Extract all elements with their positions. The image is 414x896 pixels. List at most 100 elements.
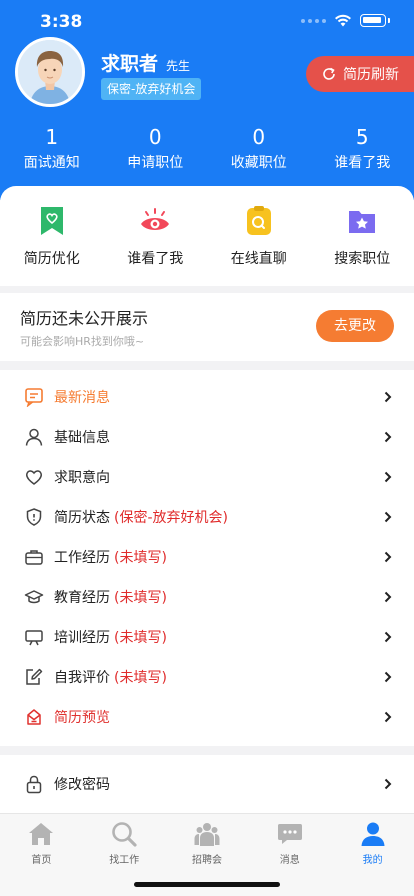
lock-icon <box>24 774 44 794</box>
profile-header: 3:38 求职者 先生 保密-放弃好机会 简历刷新 1 面试通知 0 申请职位 … <box>0 0 414 200</box>
stat-interview-notices[interactable]: 1 面试通知 <box>0 125 104 172</box>
chevron-right-icon <box>384 471 392 483</box>
menu-extra: (未填写) <box>114 630 167 646</box>
menu-label: 基础信息 <box>54 430 110 446</box>
menu-label: 简历状态 <box>54 510 110 526</box>
heart-icon <box>24 467 44 487</box>
notice-title: 简历还未公开展示 <box>20 309 149 328</box>
star-folder-icon <box>345 204 379 238</box>
tab-label: 找工作 <box>109 855 140 866</box>
stat-value: 5 <box>355 125 369 149</box>
menu-item-self-evaluation[interactable]: 自我评价 (未填写) <box>0 657 414 697</box>
menu-item-education[interactable]: 教育经历 (未填写) <box>0 577 414 617</box>
stat-label: 谁看了我 <box>334 155 391 171</box>
briefcase-icon <box>24 547 44 567</box>
menu-item-resume-preview[interactable]: 简历预览 <box>0 697 414 737</box>
menu-item-training[interactable]: 培训经历 (未填写) <box>0 617 414 657</box>
stats-row: 1 面试通知 0 申请职位 0 收藏职位 5 谁看了我 <box>0 125 414 172</box>
menu-label: 修改密码 <box>54 777 110 793</box>
tab-home[interactable]: 首页 <box>0 814 83 896</box>
stat-applied-jobs[interactable]: 0 申请职位 <box>104 125 208 172</box>
signal-icon <box>301 18 326 23</box>
chevron-right-icon <box>384 551 392 563</box>
menu-item-basic-info[interactable]: 基础信息 <box>0 417 414 457</box>
inbox-icon <box>24 707 44 727</box>
name-row: 求职者 先生 <box>101 49 190 76</box>
home-indicator <box>134 882 280 887</box>
change-visibility-button[interactable]: 去更改 <box>316 310 394 342</box>
chat-icon <box>242 204 276 238</box>
profile-icon <box>360 821 386 847</box>
menu-item-latest-messages[interactable]: 最新消息 <box>0 377 414 417</box>
quick-who-viewed[interactable]: 谁看了我 <box>104 186 208 286</box>
user-gender: 先生 <box>166 59 191 73</box>
privacy-status-badge[interactable]: 保密-放弃好机会 <box>101 78 202 100</box>
quick-search-jobs[interactable]: 搜索职位 <box>311 186 414 286</box>
quick-label: 谁看了我 <box>127 251 184 267</box>
refresh-icon <box>323 67 335 80</box>
quick-label: 在线直聊 <box>230 251 287 267</box>
tab-mine[interactable]: 我的 <box>331 814 414 896</box>
menu-item-job-intention[interactable]: 求职意向 <box>0 457 414 497</box>
menu-label: 自我评价 <box>54 670 110 686</box>
stat-label: 面试通知 <box>23 155 80 171</box>
resume-visibility-notice: 简历还未公开展示 可能会影响HR找到你哦~ 去更改 <box>0 293 414 361</box>
menu-label: 培训经历 <box>54 630 110 646</box>
stat-label: 申请职位 <box>127 155 184 171</box>
menu-item-resume-status[interactable]: 简历状态 (保密-放弃好机会) <box>0 497 414 537</box>
chevron-right-icon <box>384 511 392 523</box>
tab-label: 招聘会 <box>191 855 222 866</box>
chevron-right-icon <box>384 391 392 403</box>
menu-label: 求职意向 <box>54 470 110 486</box>
menu-label: 简历预览 <box>54 710 110 726</box>
refresh-resume-button[interactable]: 简历刷新 <box>306 56 414 92</box>
tab-label: 我的 <box>362 855 383 866</box>
quick-actions: 简历优化 谁看了我 在线直聊 搜索职位 <box>0 186 414 286</box>
user-name: 求职者 <box>101 53 159 75</box>
menu-label: 最新消息 <box>54 390 110 406</box>
stat-who-viewed-me[interactable]: 5 谁看了我 <box>311 125 414 172</box>
menu-label: 工作经历 <box>54 550 110 566</box>
stat-value: 0 <box>148 125 162 149</box>
home-icon <box>28 821 54 847</box>
avatar-illustration-icon <box>18 40 82 104</box>
stat-saved-jobs[interactable]: 0 收藏职位 <box>207 125 311 172</box>
refresh-resume-label: 简历刷新 <box>343 67 399 83</box>
bookmark-heart-icon <box>35 204 69 238</box>
chevron-right-icon <box>384 711 392 723</box>
menu-extra: (保密-放弃好机会) <box>114 510 228 526</box>
shield-icon <box>24 507 44 527</box>
menu-extra: (未填写) <box>114 590 167 606</box>
chevron-right-icon <box>384 591 392 603</box>
wifi-icon <box>335 14 351 27</box>
settings-menu: 修改密码 <box>0 755 414 813</box>
resume-menu: 最新消息 基础信息 求职意向 简历状态 (保密-放弃好机会) 工作经历 (未填写… <box>0 370 414 746</box>
quick-online-chat[interactable]: 在线直聊 <box>207 186 311 286</box>
easel-icon <box>24 627 44 647</box>
graduation-cap-icon <box>24 587 44 607</box>
menu-item-work-experience[interactable]: 工作经历 (未填写) <box>0 537 414 577</box>
status-icons <box>301 14 390 27</box>
chevron-right-icon <box>384 671 392 683</box>
status-time: 3:38 <box>40 12 83 32</box>
edit-icon <box>24 667 44 687</box>
job-fair-icon <box>194 821 220 847</box>
notice-subtitle: 可能会影响HR找到你哦~ <box>20 335 145 348</box>
tab-label: 消息 <box>279 855 300 866</box>
menu-item-change-password[interactable]: 修改密码 <box>0 755 414 813</box>
chevron-right-icon <box>384 631 392 643</box>
menu-label: 教育经历 <box>54 590 110 606</box>
eye-icon <box>138 204 172 238</box>
stat-value: 0 <box>252 125 266 149</box>
chevron-right-icon <box>384 431 392 443</box>
search-icon <box>111 821 137 847</box>
avatar[interactable] <box>15 37 85 107</box>
battery-icon <box>360 14 386 27</box>
menu-extra: (未填写) <box>114 550 167 566</box>
person-icon <box>24 427 44 447</box>
menu-extra: (未填写) <box>114 670 167 686</box>
status-bar: 3:38 <box>0 0 414 44</box>
tab-label: 首页 <box>31 855 52 866</box>
quick-resume-optimize[interactable]: 简历优化 <box>0 186 104 286</box>
stat-value: 1 <box>45 125 59 149</box>
